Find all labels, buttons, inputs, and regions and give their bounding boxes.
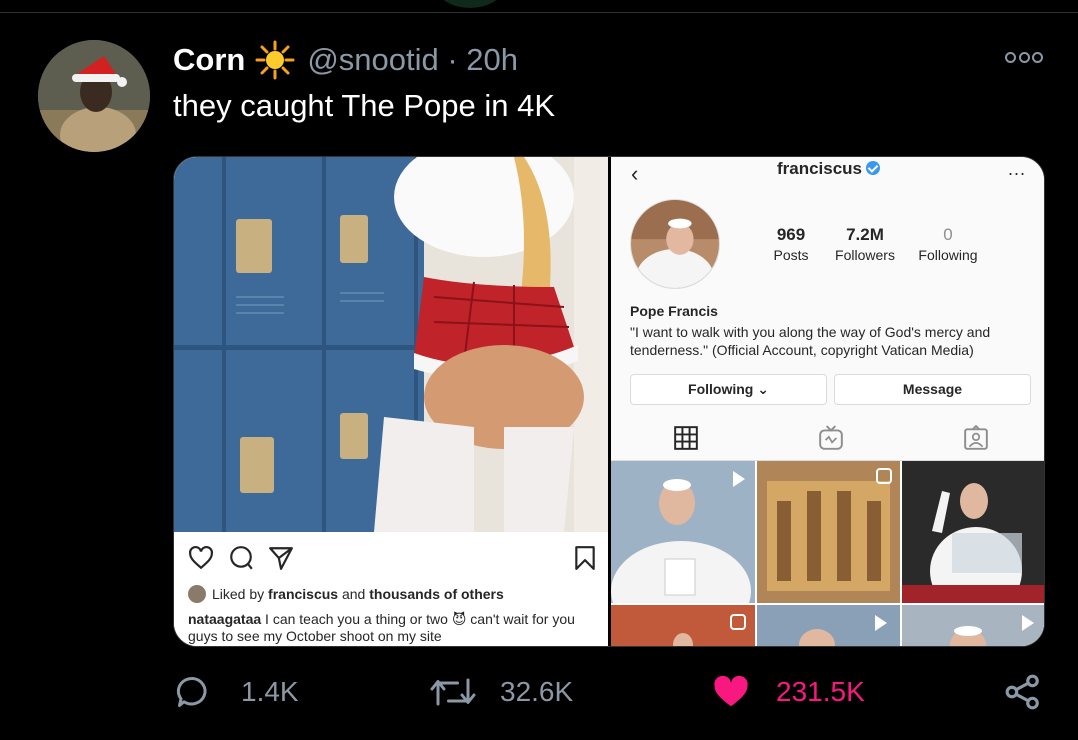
post-photo (174, 157, 608, 532)
grid-post (902, 605, 1044, 646)
instagram-profile-screenshot: ‹ franciscus ... 969 Posts 7.2M Follower… (611, 157, 1044, 646)
tweet-actions: 1.4K 32.6K 231.5K (0, 664, 1078, 720)
more-options-icon[interactable] (1005, 52, 1043, 66)
profile-display-name: Pope Francis (630, 303, 718, 319)
liked-by-prefix: Liked by (212, 586, 265, 602)
retweet-icon (430, 678, 476, 706)
followers-count: 7.2M (846, 225, 884, 244)
bookmark-icon[interactable] (572, 545, 598, 571)
retweet-button[interactable]: 32.6K (430, 664, 573, 720)
like-count: 231.5K (776, 676, 865, 707)
handle-and-time[interactable]: @snootid · 20h (307, 42, 518, 78)
tagged-icon (963, 424, 989, 451)
posts-count: 969 (776, 225, 806, 244)
author-avatar[interactable] (38, 40, 150, 152)
following-stat: 0 Following (911, 225, 985, 263)
caption-username: nataagataa (188, 611, 262, 627)
profile-tabs (611, 419, 1044, 461)
posts-stat: 969 Posts (761, 225, 821, 263)
followers-label: Followers (835, 247, 895, 263)
grid-icon (673, 425, 699, 451)
thread-divider (0, 12, 1078, 13)
message-button: Message (834, 374, 1031, 405)
tweet-header: Corn @snootid · 20h (173, 40, 518, 80)
profile-username: franciscus (611, 159, 1044, 179)
profile-picture (630, 199, 720, 289)
share-icon[interactable] (268, 545, 294, 571)
grid-post (611, 605, 755, 646)
liked-by-rest: thousands of others (369, 586, 504, 602)
profile-username-text: franciscus (776, 159, 863, 178)
retweet-count: 32.6K (500, 676, 574, 707)
previous-tweet-avatar-edge (438, 0, 502, 8)
more-dot (1005, 52, 1016, 63)
post-action-bar (188, 545, 598, 573)
reply-count: 1.4K (241, 676, 299, 707)
post-caption: nataagataa I can teach you a thing or tw… (188, 611, 598, 645)
liked-by-middle: and (341, 586, 366, 602)
more-dot (1032, 52, 1043, 63)
tweet-media[interactable]: Liked by franciscus and thousands of oth… (173, 156, 1045, 647)
share-tweet-button[interactable] (1004, 664, 1042, 720)
heart-icon[interactable] (188, 545, 214, 571)
following-count: 0 (943, 225, 953, 244)
liked-by-user: franciscus (268, 586, 339, 602)
grid-post (757, 605, 900, 646)
grid-post (611, 461, 755, 603)
posts-label: Posts (773, 247, 809, 263)
profile-bio: "I want to walk with you along the way o… (630, 324, 991, 358)
liker-avatar (188, 585, 206, 603)
author-name[interactable]: Corn (173, 42, 245, 78)
profile-more-icon: ... (1007, 159, 1026, 179)
more-dot (1018, 52, 1030, 63)
share-icon (1005, 674, 1039, 710)
liked-by-line: Liked by franciscus and thousands of oth… (188, 585, 504, 603)
comment-icon[interactable] (228, 545, 254, 571)
instagram-post-screenshot: Liked by franciscus and thousands of oth… (174, 157, 608, 646)
verified-icon (866, 161, 881, 175)
sun-emoji-icon (255, 40, 295, 80)
liked-heart-icon (714, 675, 748, 707)
reply-icon (176, 676, 207, 707)
profile-post-grid (611, 461, 1044, 646)
following-button: Following ⌄ (630, 374, 827, 405)
tweet-text: they caught The Pope in 4K (173, 88, 556, 123)
reply-button[interactable]: 1.4K (175, 664, 299, 720)
grid-post (902, 461, 1044, 603)
igtv-icon (818, 425, 844, 451)
following-label: Following (918, 247, 978, 263)
followers-stat: 7.2M Followers (829, 225, 901, 263)
grid-post (757, 461, 900, 603)
like-button[interactable]: 231.5K (712, 664, 865, 720)
